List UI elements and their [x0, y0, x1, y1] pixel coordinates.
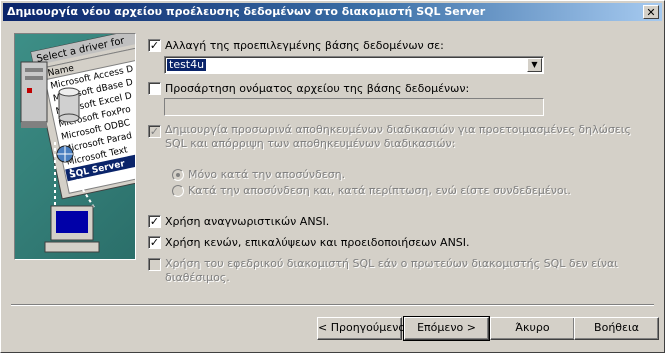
separator — [11, 304, 654, 306]
only-disconnect-label: Μόνο κατά την αποσύνδεση. — [188, 168, 346, 181]
wizard-illustration: Select a driver for Name Microsoft Acces… — [14, 33, 136, 260]
default-db-combobox[interactable]: test4u ▼ — [164, 56, 544, 74]
failover-label: Χρήση του εφεδρικού διακομιστή SQL εάν ο… — [165, 257, 618, 284]
title-bar[interactable]: Δημιουργία νέου αρχείου προέλευσης δεδομ… — [3, 3, 662, 21]
disconnect-and-when-radio[interactable] — [172, 185, 184, 197]
ansi-quoted-label: Χρήση αναγνωριστικών ANSI. — [165, 215, 330, 228]
disconnect-and-when-label: Κατά την αποσύνδεση και, κατά περίπτωση,… — [188, 184, 571, 197]
server-icon — [20, 61, 48, 128]
ansi-nulls-checkbox[interactable]: ✓ — [148, 236, 161, 249]
cancel-button[interactable]: Άκυρο — [490, 317, 575, 340]
attach-db-file-checkbox[interactable] — [148, 82, 161, 95]
create-temp-procs-checkbox[interactable]: ✓ — [148, 125, 161, 138]
ansi-nulls-label: Χρήση κενών, επικαλύψεων και προειδοποιή… — [165, 236, 470, 249]
change-default-db-label: Αλλαγή της προεπιλεγμένης βάσης δεδομένω… — [165, 39, 444, 52]
close-button[interactable]: ✕ — [643, 5, 659, 19]
computer-icon — [44, 205, 100, 253]
only-disconnect-radio[interactable] — [172, 169, 184, 181]
failover-checkbox[interactable] — [148, 258, 161, 271]
create-temp-procs-label: Δημιουργία προσωρινά αποθηκευμένων διαδι… — [165, 123, 631, 150]
default-db-value: test4u — [167, 58, 207, 71]
globe-icon — [56, 145, 74, 163]
next-button[interactable]: Επόμενο > — [403, 316, 490, 341]
attach-db-file-label: Προσάρτηση ονόματος αρχείου της βάσης δε… — [165, 82, 470, 95]
change-default-db-checkbox[interactable]: ✓ — [148, 39, 161, 52]
ansi-quoted-checkbox[interactable]: ✓ — [148, 215, 161, 228]
dropdown-arrow-icon[interactable]: ▼ — [527, 58, 542, 72]
help-button[interactable]: Βοήθεια — [574, 317, 659, 340]
back-button[interactable]: < Προηγούμενο — [317, 317, 405, 340]
dialog-window: Δημιουργία νέου αρχείου προέλευσης δεδομ… — [0, 0, 665, 353]
db-filename-input[interactable] — [164, 98, 544, 116]
window-title: Δημιουργία νέου αρχείου προέλευσης δεδομ… — [7, 5, 486, 18]
database-icon — [58, 87, 80, 123]
